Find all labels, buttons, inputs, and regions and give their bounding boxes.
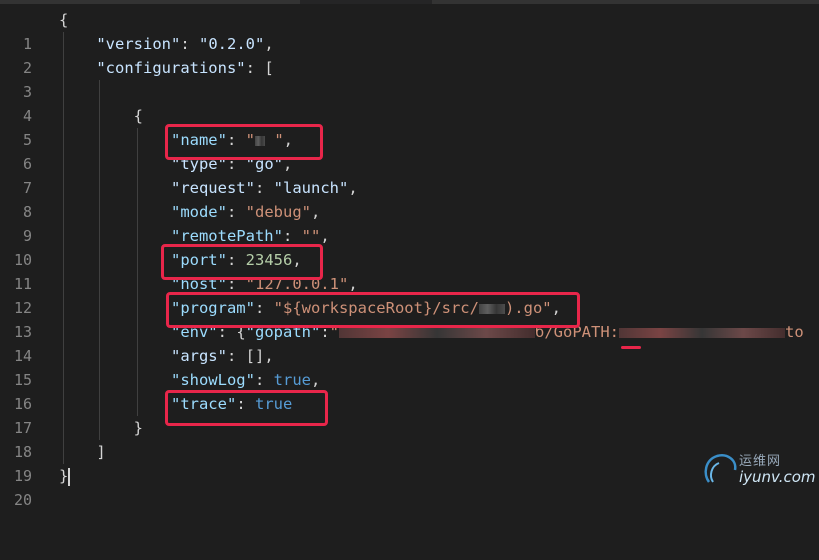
indent-guide [99,152,100,176]
version-key: "version" [96,35,181,53]
indent-guide [99,368,100,392]
remotepath-value: "" [301,227,321,245]
args-key: "args" [170,347,227,365]
tab-strip-left [0,0,300,4]
indent-guide [63,440,64,464]
args-value: [] [245,347,265,365]
showlog-value: true [273,371,311,389]
code-line: 7 "type": "go", [0,152,819,197]
text-cursor [68,467,71,486]
mode-value: "debug" [245,203,311,221]
code-line: 15 "args": [], [0,344,819,389]
code-line: 6 "name": " ", [0,128,819,173]
code-line: 4 [0,80,819,125]
remotepath-key: "remotePath" [170,227,283,245]
watermark: 运维网 iyunv.com [701,448,816,490]
code-line: 8 "request": "launch", [0,176,819,221]
highlight-box-name [165,124,323,160]
object-close: } [133,419,143,437]
code-line: 5 { [0,104,819,149]
code-line: 1 { [0,8,819,53]
indent-guide [137,272,138,296]
indent-guide [63,200,64,224]
watermark-domain-text: iyunv.com [739,468,816,486]
code-line: 19 ] [0,440,819,485]
array-open: [ [264,59,274,77]
indent-guide [99,80,100,104]
highlight-box-port [161,244,323,280]
indent-guide [99,344,100,368]
indent-guide [137,248,138,272]
code-line: 10 "remotePath": "", [0,224,819,269]
redacted-gopath-tail [619,327,786,338]
indent-guide [63,80,64,104]
underline-mark-gopath [621,346,641,349]
code-line: 17 "trace": true [0,392,819,437]
code-line: 2 "version": "0.2.0", [0,32,819,77]
indent-guide [137,368,138,392]
request-value: "launch" [273,179,349,197]
indent-guide [63,152,64,176]
array-close: ] [96,443,106,461]
line-number: 20 [13,491,32,509]
indent-guide [63,344,64,368]
highlight-box-trace [165,390,328,426]
configurations-key: "configurations" [96,59,246,77]
indent-guide [63,104,64,128]
redacted-gopath [339,327,536,338]
indent-guide [137,152,138,176]
indent-guide [63,392,64,416]
indent-guide [63,176,64,200]
indent-guide [137,128,138,152]
indent-guide [63,224,64,248]
indent-guide [137,320,138,344]
indent-guide [63,272,64,296]
highlight-box-program [166,292,580,328]
indent-guide [63,416,64,440]
code-line: 3 "configurations": [ [0,56,819,101]
indent-guide [137,296,138,320]
indent-guide [99,320,100,344]
indent-guide [63,320,64,344]
root-open-brace: { [59,11,69,29]
indent-guide [99,176,100,200]
version-value: "0.2.0" [199,35,265,53]
indent-guide [63,368,64,392]
indent-guide [63,248,64,272]
tab-bar [0,0,819,4]
indent-guide [63,56,64,80]
watermark-cn-text: 运维网 [739,454,782,469]
tab-strip-right [432,0,819,4]
indent-guide [63,128,64,152]
code-line: 16 "showLog": true, [0,368,819,413]
indent-guide [63,296,64,320]
indent-guide [63,32,64,56]
indent-guide [137,224,138,248]
indent-guide [99,224,100,248]
code-line: 9 "mode": "debug", [0,200,819,245]
code-line: 11 "port": 23456, [0,248,819,293]
mode-key: "mode" [170,203,227,221]
indent-guide [137,176,138,200]
showlog-key: "showLog" [170,371,255,389]
root-close-brace: } [59,467,69,485]
indent-guide [137,344,138,368]
indent-guide [99,272,100,296]
code-editor[interactable]: 1 { 2 "version": "0.2.0", 3 "configurati… [0,8,819,509]
indent-guide [99,104,100,128]
gopath-tail: to [785,323,804,341]
indent-guide [137,392,138,416]
indent-guide [99,416,100,440]
indent-guide [99,296,100,320]
object-open: { [133,107,143,125]
request-key: "request" [170,179,255,197]
code-line: 20 } [0,464,819,509]
indent-guide [99,392,100,416]
watermark-logo-icon [704,454,737,483]
indent-guide [99,248,100,272]
code-line: 18 } [0,416,819,461]
indent-guide [99,128,100,152]
indent-guide [99,200,100,224]
indent-guide [137,200,138,224]
